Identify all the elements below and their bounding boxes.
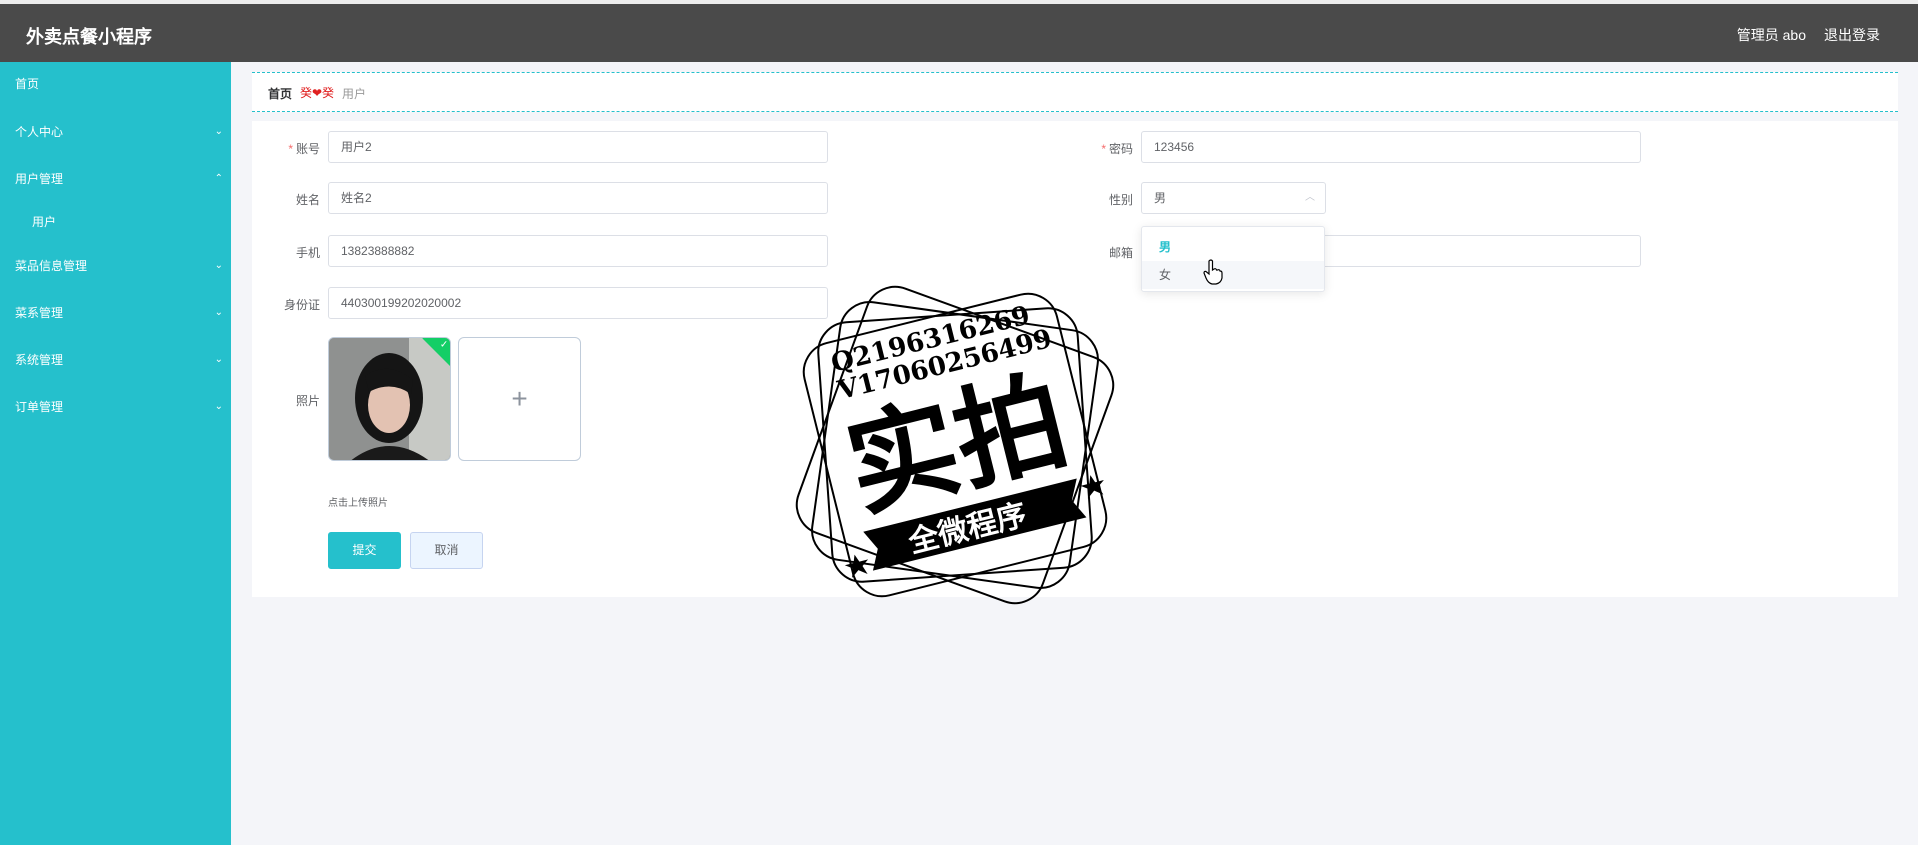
sidebar: 首页 个人中心 ⌄ 用户管理 ⌃ 用户 菜品信息管理 ⌄ 菜系管理 ⌄ 系统管理… [0,62,231,845]
sidebar-item-orders[interactable]: 订单管理 ⌄ [0,387,231,427]
sidebar-item-users[interactable]: 用户 [0,202,231,242]
chevron-down-icon: ⌄ [214,354,223,365]
cancel-button[interactable]: 取消 [410,532,483,569]
sidebar-item-cuisine[interactable]: 菜系管理 ⌄ [0,293,231,333]
sidebar-item-label: 用户 [32,215,57,229]
hand-cursor-icon [1203,259,1223,285]
sidebar-item-personal-center[interactable]: 个人中心 ⌄ [0,112,231,152]
id-card-input[interactable]: 440300199202020002 [328,287,828,319]
name-label: 姓名 [295,193,320,207]
sidebar-item-label: 菜品信息管理 [15,259,88,273]
sidebar-item-home[interactable]: 首页 [0,64,231,104]
gender-option-male[interactable]: 男 [1142,233,1324,261]
logout-link[interactable]: 退出登录 [1824,25,1880,45]
star-icon [844,554,869,578]
gender-select[interactable]: 男 ︿ [1141,182,1326,214]
account-input[interactable]: 用户2 [328,131,828,163]
submit-button[interactable]: 提交 [328,532,401,569]
gender-dropdown: 男 女 [1141,226,1325,292]
breadcrumb-home[interactable]: 首页 [268,85,292,102]
chevron-down-icon: ⌄ [214,260,223,271]
chevron-down-icon: ⌄ [214,126,223,137]
sidebar-item-label: 个人中心 [15,125,64,139]
name-input[interactable]: 姓名2 [328,182,828,214]
photo-label: 照片 [295,394,320,408]
chevron-down-icon: ⌄ [214,401,223,412]
password-input[interactable]: 123456 [1141,131,1641,163]
plus-icon: + [511,383,528,414]
breadcrumb-separator: 癸❤癸 [300,86,335,100]
sidebar-item-label: 菜系管理 [15,306,64,320]
gender-label: 性别 [1108,193,1133,207]
sidebar-item-system[interactable]: 系统管理 ⌄ [0,340,231,380]
chevron-up-icon: ︿ [1305,192,1315,203]
password-label: * 密码 [1101,142,1133,156]
sidebar-item-label: 系统管理 [15,353,64,367]
sidebar-item-dish-info[interactable]: 菜品信息管理 ⌄ [0,246,231,286]
check-icon: ✓ [439,339,449,351]
phone-label: 手机 [295,246,320,260]
id-card-label: 身份证 [283,298,320,312]
chevron-down-icon: ⌄ [214,307,223,318]
breadcrumb-current: 用户 [342,87,367,101]
admin-user-label: 管理员 abo [1736,27,1806,43]
gender-option-female[interactable]: 女 [1142,261,1324,289]
upload-tip: 点击上传照片 [328,498,388,509]
top-bar: 外卖点餐小程序 管理员 abo 退出登录 [0,0,1918,62]
phone-input[interactable]: 13823888882 [328,235,828,267]
photo-upload-button[interactable]: + [458,337,581,461]
gender-select-value: 男 [1154,191,1167,205]
breadcrumb: 首页 癸❤癸 用户 [252,72,1898,112]
uploaded-photo[interactable]: ✓ [328,337,451,461]
sidebar-item-user-management[interactable]: 用户管理 ⌃ [0,159,231,199]
sidebar-item-label: 订单管理 [15,400,64,414]
chevron-up-icon: ⌃ [214,173,223,184]
sidebar-item-label: 首页 [15,77,40,91]
sidebar-item-label: 用户管理 [15,172,64,186]
account-label: * 账号 [288,142,320,156]
watermark-stamp: Q2196316269 V17060256499 实拍 全微程序 [795,285,1115,605]
photo-image [329,338,450,460]
app-title: 外卖点餐小程序 [26,27,152,47]
